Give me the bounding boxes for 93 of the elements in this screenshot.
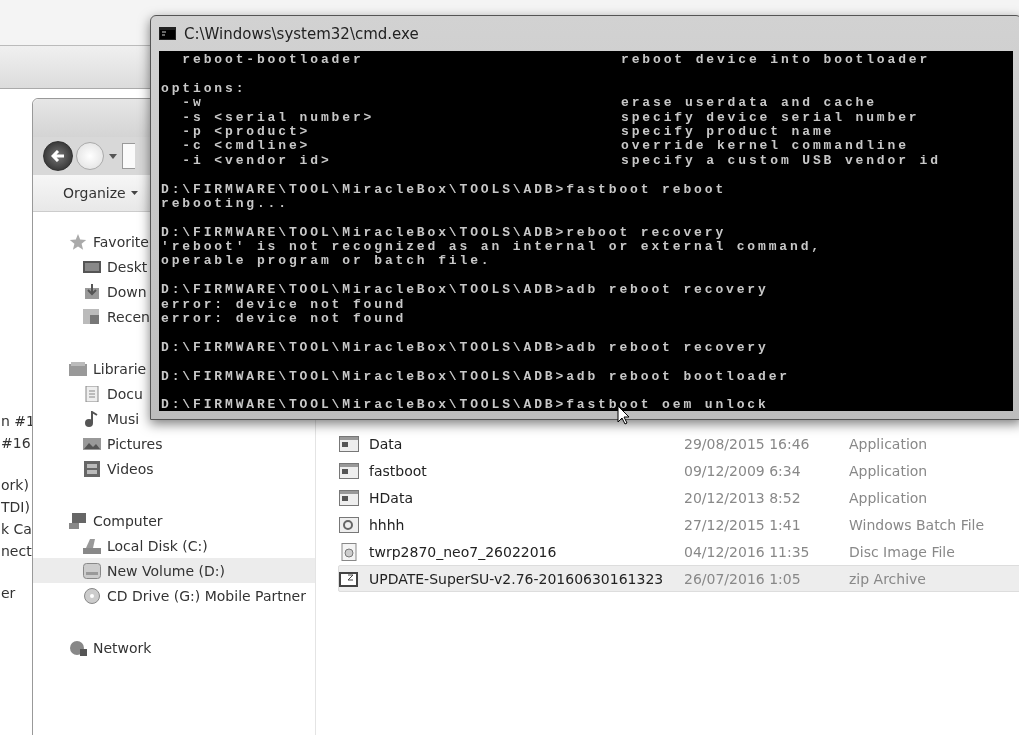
monitor-icon bbox=[83, 258, 101, 275]
file-name: hhhh bbox=[369, 516, 406, 533]
file-type: Application bbox=[849, 435, 928, 452]
caret-icon bbox=[130, 191, 138, 195]
console-text: reboot-bootloader bbox=[181, 53, 365, 68]
file-row[interactable]: twrp2870_neo7_26022016 04/12/2016 11:35 Disc Image File bbox=[338, 538, 1019, 565]
application-icon bbox=[339, 462, 359, 479]
sidebar-item[interactable]: CD Drive (G:) Mobile Partner bbox=[83, 583, 306, 608]
file-date: 29/08/2015 16:46 bbox=[684, 435, 811, 452]
console-text: -p <product> bbox=[181, 124, 312, 140]
file-name: HData bbox=[369, 489, 414, 506]
archive-icon bbox=[339, 570, 359, 587]
window-text: TDI) bbox=[1, 498, 30, 516]
file-type: Application bbox=[849, 489, 928, 506]
file-name: twrp2870_neo7_26022016 bbox=[369, 543, 558, 560]
file-date: 26/07/2016 1:05 bbox=[684, 570, 802, 587]
console-text: D:\FIRMWARE\TOOL\MiracleBox\TOOLS\ADB>adb reboot bootloader bbox=[161, 369, 790, 384]
back-button[interactable] bbox=[43, 141, 73, 171]
console-text: -c <cmdline> bbox=[181, 139, 312, 154]
console-text: reboot device into bootloader bbox=[621, 53, 931, 68]
film-icon bbox=[83, 460, 101, 477]
console-text: options: bbox=[161, 81, 247, 97]
window-text: #16 bbox=[1, 434, 31, 452]
window-text: k Ca bbox=[1, 520, 32, 538]
sidebar-group[interactable]: Favorite bbox=[69, 229, 149, 254]
file-row[interactable]: Data 29/08/2015 16:46 Application bbox=[338, 430, 1019, 457]
console-text: specify product name bbox=[621, 124, 835, 140]
sidebar-group[interactable]: Librarie bbox=[69, 356, 147, 381]
console-text: erase userdata and cache bbox=[621, 96, 877, 111]
file-name: UPDATE-SuperSU-v2.76-20160630161323 bbox=[369, 570, 665, 587]
console-text: 'reboot' is not recognized as an internal or external command, bbox=[161, 240, 822, 255]
console-text: D:\FIRMWARE\TOOL\MiracleBox\TOOLS\ADB>reboot recovery bbox=[161, 225, 727, 241]
caret-icon[interactable] bbox=[109, 153, 117, 159]
console-text: operable program or batch file. bbox=[161, 254, 492, 269]
console-text: -w bbox=[181, 96, 205, 111]
console-text: specify a custom USB vendor id bbox=[621, 153, 941, 169]
sidebar-group[interactable]: Network bbox=[69, 635, 152, 660]
star-icon bbox=[69, 233, 87, 250]
sidebar-item[interactable]: New Volume (D:) bbox=[33, 558, 315, 583]
picture-icon bbox=[83, 435, 101, 452]
sidebar-item[interactable]: Local Disk (C:) bbox=[83, 533, 208, 558]
sidebar-item[interactable]: Recen bbox=[83, 304, 150, 329]
window-text: ork) bbox=[1, 476, 29, 494]
window-text: er bbox=[1, 584, 16, 602]
disk-icon bbox=[83, 537, 101, 554]
console-text: rebooting... bbox=[161, 196, 289, 212]
address-bar[interactable] bbox=[122, 143, 135, 169]
console-text: error: device not found bbox=[161, 297, 407, 313]
console-text: D:\FIRMWARE\TOOL\MiracleBox\TOOLS\ADB>fastboot reboot bbox=[161, 182, 727, 197]
sidebar-item[interactable]: Videos bbox=[83, 456, 154, 481]
console-text: specify device serial number bbox=[621, 110, 920, 125]
file-date: 09/12/2009 6:34 bbox=[684, 462, 802, 479]
console-text: D:\FIRMWARE\TOOL\MiracleBox\TOOLS\ADB>adb reboot recovery bbox=[161, 283, 769, 298]
console-text: -i <vendor id> bbox=[181, 153, 333, 169]
console-icon bbox=[159, 27, 176, 40]
console-text: D:\FIRMWARE\TOOL\MiracleBox\TOOLS\ADB>adb reboot recovery bbox=[161, 340, 769, 356]
file-name: Data bbox=[369, 435, 404, 452]
console-text: error: device not found bbox=[161, 312, 407, 327]
library-icon bbox=[69, 360, 87, 377]
window-text: n #1 bbox=[1, 412, 35, 430]
sidebar-item[interactable]: Docu bbox=[83, 381, 143, 406]
disc-file-icon bbox=[339, 542, 359, 561]
file-row[interactable]: fastboot 09/12/2009 6:34 Application bbox=[338, 457, 1019, 484]
sidebar-item[interactable]: Down bbox=[83, 279, 147, 304]
sidebar-item[interactable]: Pictures bbox=[83, 431, 163, 456]
sidebar-item[interactable]: Musi bbox=[83, 406, 140, 431]
console-text: override kernel commandline bbox=[621, 139, 909, 154]
file-type: Disc Image File bbox=[849, 543, 955, 560]
back-arrow-icon bbox=[51, 150, 65, 162]
file-name: fastboot bbox=[369, 462, 428, 479]
file-row[interactable]: UPDATE-SuperSU-v2.76-20160630161323 26/07/2016 1:05 zip Archive bbox=[338, 565, 1019, 592]
organize-button[interactable]: Organize bbox=[57, 181, 144, 205]
file-row[interactable]: HData 20/12/2013 8:52 Application bbox=[338, 484, 1019, 511]
download-icon bbox=[83, 283, 101, 300]
file-type: Windows Batch File bbox=[849, 516, 985, 533]
window-title: C:\Windows\system32\cmd.exe bbox=[184, 24, 419, 43]
sidebar-item[interactable]: Deskt bbox=[83, 254, 148, 279]
console-text: -s <serial number> bbox=[181, 110, 376, 125]
file-row[interactable]: hhhh 27/12/2015 1:41 Windows Batch File bbox=[338, 511, 1019, 538]
file-date: 20/12/2013 8:52 bbox=[684, 489, 802, 506]
sidebar-group[interactable]: Computer bbox=[69, 508, 163, 533]
file-type: zip Archive bbox=[849, 570, 926, 587]
document-icon bbox=[83, 385, 101, 402]
application-icon bbox=[339, 435, 359, 452]
drive-icon bbox=[83, 562, 101, 579]
file-date: 04/12/2016 11:35 bbox=[684, 543, 811, 560]
file-type: Application bbox=[849, 462, 928, 479]
file-date: 27/12/2015 1:41 bbox=[684, 516, 802, 533]
window-text: nect bbox=[1, 542, 32, 560]
gear-file-icon bbox=[339, 516, 359, 533]
application-icon bbox=[339, 489, 359, 506]
console-text: D:\FIRMWARE\TOOL\MiracleBox\TOOLS\ADB>fastboot oem unlock bbox=[161, 398, 769, 411]
disc-icon bbox=[83, 587, 101, 604]
